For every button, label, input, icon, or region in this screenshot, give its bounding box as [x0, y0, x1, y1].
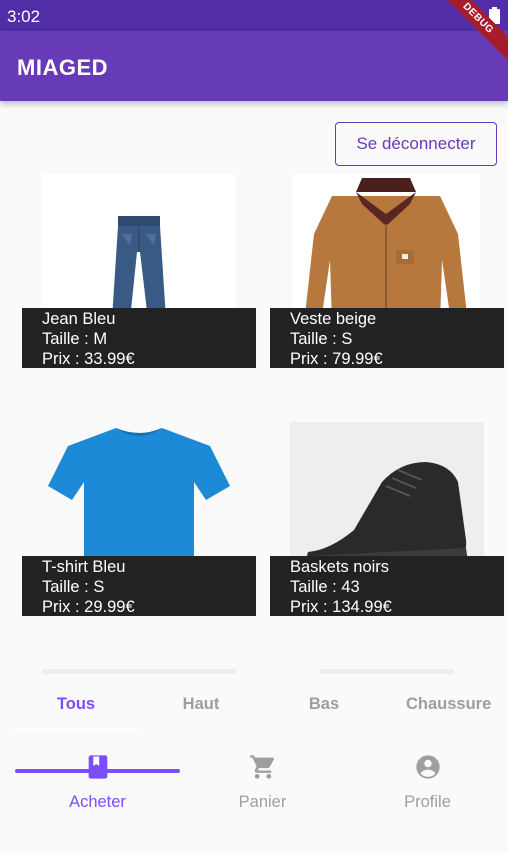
product-size: Taille : 43 — [290, 578, 360, 596]
product-card-peek — [42, 669, 236, 674]
product-card[interactable]: Jean Bleu Taille : M Prix : 33.99€ — [22, 174, 256, 368]
app-screen: 3:02 MIAGED DEBUG Se déconnecter Jean Bl… — [0, 0, 508, 853]
tab-bas[interactable]: Bas — [262, 684, 386, 728]
bottom-nav: Acheter Panier Profile — [0, 733, 508, 853]
product-price: Prix : 79.99€ — [290, 350, 383, 368]
nav-item-panier[interactable]: Panier — [180, 733, 345, 833]
product-size: Taille : S — [290, 330, 353, 348]
product-caption: T-shirt Bleu Taille : S Prix : 29.99€ — [22, 556, 256, 616]
tab-indicator — [14, 729, 138, 731]
product-card[interactable]: Veste beige Taille : S Prix : 79.99€ — [270, 174, 504, 368]
category-tabs: Tous Haut Bas Chaussure — [0, 684, 508, 728]
product-price: Prix : 29.99€ — [42, 598, 135, 616]
logout-button[interactable]: Se déconnecter — [335, 122, 497, 166]
product-caption: Veste beige Taille : S Prix : 79.99€ — [270, 308, 504, 368]
tab-haut[interactable]: Haut — [139, 684, 263, 728]
nav-label: Acheter — [69, 793, 126, 811]
tab-tous[interactable]: Tous — [14, 684, 138, 728]
product-name: Jean Bleu — [42, 310, 116, 328]
nav-label: Profile — [404, 793, 451, 811]
nav-label: Panier — [238, 793, 287, 811]
account-circle-icon — [414, 753, 442, 781]
app-title: MIAGED — [17, 55, 108, 80]
product-size: Taille : S — [42, 578, 105, 596]
product-price: Prix : 33.99€ — [42, 350, 135, 368]
product-name: T-shirt Bleu — [42, 558, 126, 576]
product-name: Baskets noirs — [290, 558, 390, 576]
cart-icon — [249, 753, 277, 781]
product-name: Veste beige — [290, 310, 377, 328]
product-caption: Jean Bleu Taille : M Prix : 33.99€ — [22, 308, 256, 368]
nav-item-acheter[interactable]: Acheter — [15, 733, 180, 833]
book-icon — [84, 753, 112, 781]
product-card[interactable]: Baskets noirs Taille : 43 Prix : 134.99€ — [270, 422, 504, 616]
app-bar: MIAGED — [0, 31, 508, 101]
status-bar: 3:02 — [0, 0, 508, 31]
product-caption: Baskets noirs Taille : 43 Prix : 134.99€ — [270, 556, 504, 616]
tab-chaussure[interactable]: Chaussure — [386, 684, 508, 728]
product-card[interactable]: T-shirt Bleu Taille : S Prix : 29.99€ — [22, 422, 256, 616]
nav-item-profile[interactable]: Profile — [345, 733, 508, 833]
product-price: Prix : 134.99€ — [290, 598, 392, 616]
status-time: 3:02 — [7, 7, 41, 26]
product-card-peek — [320, 669, 454, 674]
product-size: Taille : M — [42, 330, 108, 348]
